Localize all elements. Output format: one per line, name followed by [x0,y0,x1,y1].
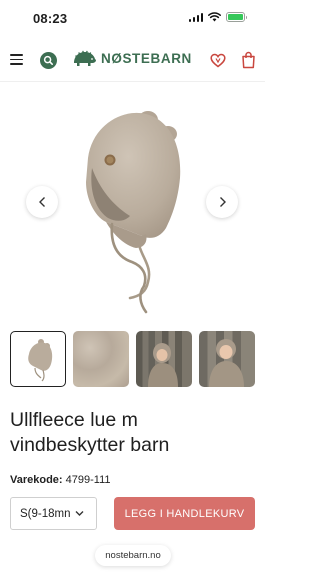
previous-image-button[interactable] [26,186,58,218]
thumbnail-child-smiling[interactable] [199,331,255,387]
bag-icon[interactable] [241,51,256,69]
heart-icon[interactable] [210,53,226,68]
wifi-icon [208,12,221,22]
thumbnail-child-wearing-hat[interactable] [136,331,192,387]
sku-label: Varekode: [10,474,63,486]
status-bar: 08:23 [0,0,265,36]
sku-value: 4799-111 [65,474,111,486]
thumbnail-hat[interactable] [10,331,66,387]
thumbnail-fabric-closeup[interactable] [73,331,129,387]
size-select[interactable]: S(9-18mnd) [10,497,97,530]
product-title: Ullfleece lue m vindbeskytter barn [10,409,170,456]
add-to-cart-button[interactable]: LEGG I HANDLEKURV [114,497,255,530]
browser-url-pill[interactable]: nostebarn.no [95,545,171,566]
menu-icon[interactable] [10,54,23,65]
product-image-area [0,83,265,321]
status-time: 08:23 [33,11,68,26]
status-icons [188,12,247,22]
logo-text: NØSTEBARN [101,51,192,66]
size-select-value: S(9-18mnd) [20,507,70,520]
brand-logo[interactable]: NØSTEBARN [72,49,192,68]
product-image-hat[interactable] [70,98,200,316]
next-image-button[interactable] [206,186,238,218]
battery-icon [226,12,247,22]
chevron-down-icon [75,511,84,516]
chevron-left-icon [38,197,45,207]
search-icon[interactable] [40,52,57,69]
product-sku: Varekode: 4799-111 [10,474,111,486]
chevron-right-icon [219,197,226,207]
site-header: NØSTEBARN [0,40,265,82]
signal-icon [188,12,203,22]
thumbnail-strip [10,331,255,387]
hedgehog-icon [74,50,96,66]
